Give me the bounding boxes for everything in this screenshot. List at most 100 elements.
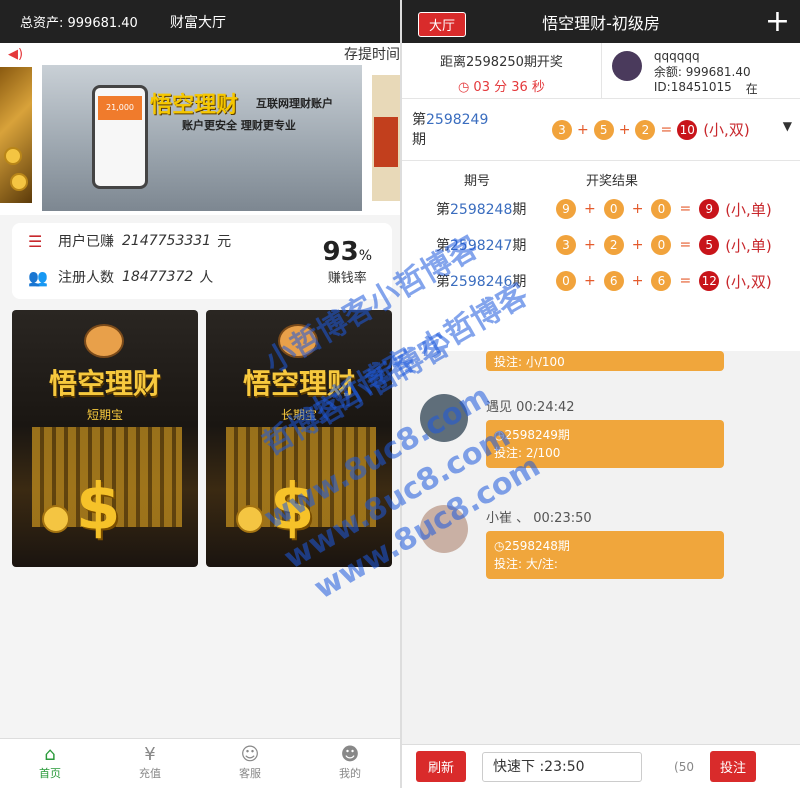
chat-sender: 遇见 00:24:42 [486,400,575,415]
quick-bet-input[interactable]: 快速下 :23:50 [482,751,643,782]
room-header: 大厅 悟空理财-初级房 + [402,0,800,43]
product-title: 悟空理财 [48,367,161,400]
avatar[interactable] [420,505,468,553]
support-icon: ☺ [240,744,260,765]
room-screen: 大厅 悟空理财-初级房 + 距离2598250期开奖 ◷ 03 分 36 秒 q… [402,0,800,788]
banner-carousel[interactable]: 21,000 悟空理财 互联网理财账户 账户更安全 理财更专业 [0,65,400,215]
profit-rate: 93% 赚钱率 [323,237,373,286]
banner-brand: 悟空理财 [150,93,239,118]
bet-detail: 投注: 大/注: [494,557,558,571]
history-table: 期号 开奖结果 第2598248期 9 + 0 + 0 = 9 (小,单) 第25982… [402,161,800,351]
balance: 余额: 999681.40 [653,65,751,79]
banner-slide[interactable]: 21,000 悟空理财 互联网理财账户 账户更安全 理财更专业 [42,65,362,211]
rate-value: 93 [322,237,359,267]
hall-button[interactable]: 大厅 [418,12,467,37]
total-assets: 总资产: 999681.40 [20,16,138,31]
history-row: 第2598248期 9 + 0 + 0 = 9 (小,单) [436,199,772,219]
current-period: 第2598249 期 [412,111,489,148]
bottom-tab-bar: ⌂ 首页 ¥ 充值 ☺ 客服 ☻ 我的 [0,738,400,788]
result-ball: 3 [552,119,572,140]
user-icon: ☻ [340,744,360,765]
countdown: 距离2598250期开奖 ◷ 03 分 36 秒 [402,43,602,98]
avatar[interactable] [420,394,468,442]
dropdown-caret-icon[interactable]: ▼ [783,119,792,133]
tab-mine[interactable]: ☻ 我的 [300,739,400,788]
phone-amount: 21,000 [98,96,142,120]
rate-label: 赚钱率 [327,271,367,286]
bet-amount: (50 [674,759,694,774]
room-title: 悟空理财-初级房 [542,13,660,33]
users-value: 18477372 [122,269,194,285]
users-unit: 人 [199,270,214,286]
product-short-term[interactable]: 悟空理财 短期宝 $ [12,310,198,567]
product-subtitle: 短期宝 [86,408,123,422]
notice-bar[interactable]: ◀) 存提时间 [0,43,400,65]
bet-bar: 刷新 快速下 :23:50 (50 投注 [402,744,800,788]
users-label: 注册人数 [58,270,114,286]
product-grid: 悟空理财 短期宝 $ 悟空理财 长期宝 $ [12,310,392,567]
coin-icon [42,505,70,533]
history-row: 第2598247期 3 + 2 + 0 = 5 (小,单) [436,235,772,255]
dollar-icon: $ [76,471,121,545]
rate-unit: % [358,248,372,264]
chat-sender: 小崔 、 00:23:50 [486,511,592,526]
tab-support[interactable]: ☺ 客服 [200,739,300,788]
dollar-icon: $ [270,471,315,545]
tab-home[interactable]: ⌂ 首页 [0,739,100,788]
monkey-logo-icon [84,324,124,358]
bet-period: ◷2598248期 [494,539,570,553]
countdown-time: ◷ 03 分 36 秒 [457,80,545,95]
product-long-term[interactable]: 悟空理财 长期宝 $ [206,310,392,567]
speaker-icon: ◀) [8,46,24,62]
earned-unit: 元 [217,234,232,250]
coin-icon [236,505,264,533]
history-row: 第2598246期 0 + 6 + 6 = 12 (小,双) [436,271,772,291]
countdown-label: 距离2598250期开奖 [439,55,563,70]
banner-line1: 互联网理财账户 [256,97,333,110]
avatar[interactable] [611,51,642,81]
tab-label: 我的 [339,767,361,780]
bet-bubble: ◷2598248期 投注: 大/注: [486,531,724,579]
period-number: 2598249 [426,111,489,128]
lobby-screen: 总资产: 999681.40 财富大厅 ◀) 存提时间 21,000 悟空理财 … [0,0,400,788]
earned-value: 2147753331 [122,233,212,249]
page-title: 财富大厅 [170,14,226,31]
tab-recharge[interactable]: ¥ 充值 [100,739,200,788]
banner-next-slide[interactable] [372,75,400,201]
banner-line2: 账户更安全 理财更专业 [182,119,296,132]
coins-icon: ☰ [28,231,43,251]
bet-period: ◷2598249期 [494,428,570,442]
stats-card: ☰ 用户已赚 2147753331 元 👥 注册人数 18477372 人 93… [12,223,392,299]
chat-list[interactable]: 投注: 小/100 遇见 00:24:42 ◷2598249期 投注: 2/10… [402,351,800,661]
product-subtitle: 长期宝 [280,408,317,422]
refresh-button[interactable]: 刷新 [416,751,467,782]
banner-prev-slide[interactable] [0,67,32,203]
tab-label: 客服 [239,767,261,780]
coin-icon [10,173,28,191]
bet-button[interactable]: 投注 [709,751,756,782]
current-result[interactable]: 第2598249 期 3 + 5 + 2 = 10 (小,双) ▼ [402,99,800,161]
bet-bubble: 投注: 小/100 [486,351,724,371]
plus-icon[interactable]: + [765,4,790,39]
notice-text: 存提时间 [344,47,400,63]
coin-icon [4,147,22,165]
result-tag: (小,双) [703,121,750,139]
home-icon: ⌂ [44,744,56,765]
result-ball: 5 [593,119,614,140]
bet-detail: 投注: 2/100 [494,446,561,460]
tab-label: 充值 [139,767,161,780]
phone-image: 21,000 [92,85,148,189]
result-sum: 10 [677,119,698,140]
history-header: 期号 开奖结果 [463,173,638,189]
product-title: 悟空理财 [242,367,355,400]
result-ball: 2 [635,119,656,140]
lobby-header: 总资产: 999681.40 财富大厅 [0,0,400,43]
users-icon: 👥 [28,267,48,287]
yen-icon: ¥ [144,744,156,765]
username: qqqqqq [653,49,700,63]
bet-bubble: ◷2598249期 投注: 2/100 [486,420,724,468]
round-info: 距离2598250期开奖 ◷ 03 分 36 秒 qqqqqq 余额: 9996… [402,43,800,113]
monkey-logo-icon [278,324,318,358]
tab-label: 首页 [39,767,61,780]
earned-label: 用户已赚 [58,234,114,250]
